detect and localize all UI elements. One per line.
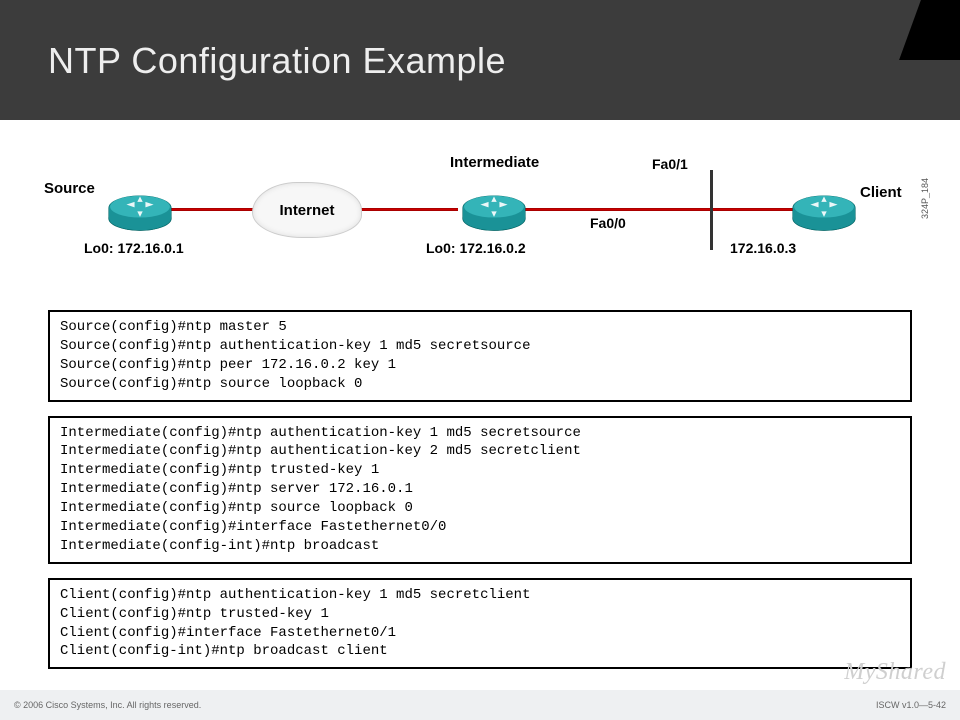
link-lan-client [712,208,800,211]
link-source-internet [160,208,258,211]
label-internet: Internet [279,202,334,219]
label-client-ip: 172.16.0.3 [730,240,796,256]
slide-header: NTP Configuration Example [0,0,960,120]
label-source-loopback: Lo0: 172.16.0.1 [84,240,184,256]
link-internet-intermediate [360,208,458,211]
label-fa01: Fa0/1 [652,156,688,172]
label-intermediate: Intermediate [450,154,539,171]
config-client-box: Client(config)#ntp authentication-key 1 … [48,578,912,670]
link-intermediate-lan [524,208,712,211]
cloud-internet: Internet [252,182,362,238]
slide-title: NTP Configuration Example [0,0,960,82]
label-source: Source [44,180,95,197]
label-intermediate-loopback: Lo0: 172.16.0.2 [426,240,526,256]
footer-copyright: © 2006 Cisco Systems, Inc. All rights re… [14,700,201,710]
topology-diagram: Source Lo0: 172.16.0.1 Internet Intermed… [30,150,930,290]
router-source-icon [106,184,174,232]
router-intermediate-icon [460,184,528,232]
footer-pageref: ISCW v1.0—5-42 [876,700,946,710]
lan-segment-bar [710,170,713,250]
label-fa00: Fa0/0 [590,215,626,231]
router-client-icon [790,184,858,232]
config-source-box: Source(config)#ntp master 5 Source(confi… [48,310,912,402]
side-marker: 324P_184 [920,178,930,219]
footer: © 2006 Cisco Systems, Inc. All rights re… [0,690,960,720]
label-client: Client [860,184,902,201]
config-intermediate-box: Intermediate(config)#ntp authentication-… [48,416,912,564]
